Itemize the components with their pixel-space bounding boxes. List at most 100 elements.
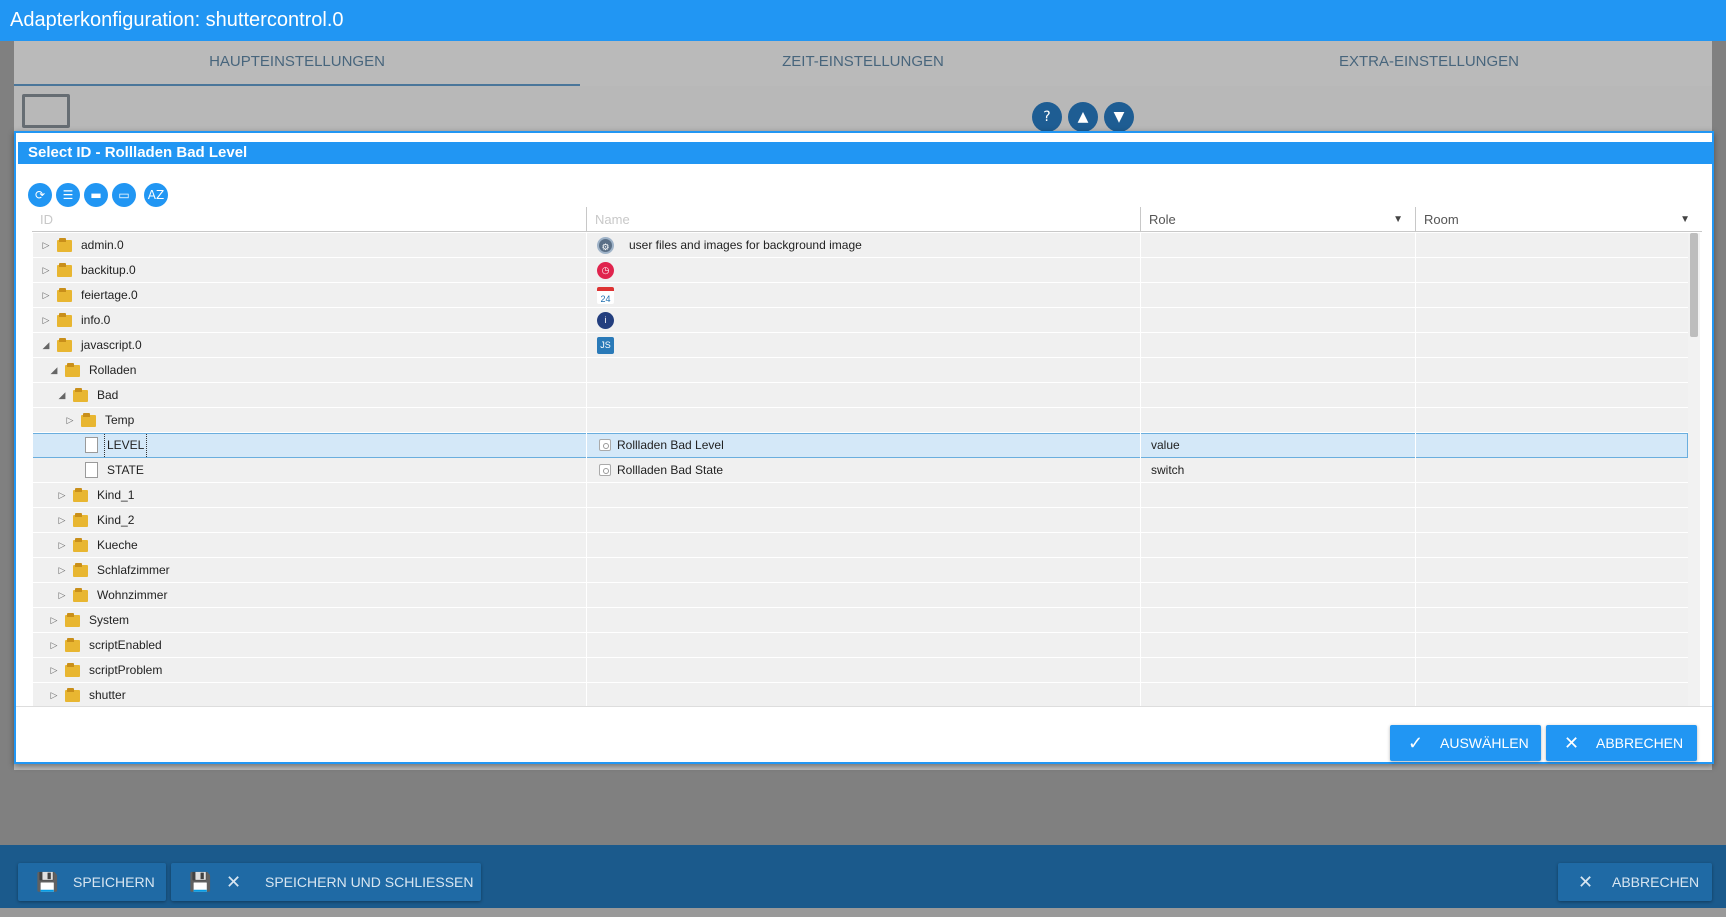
table-row[interactable]: ▷ info.0 i (32, 308, 1688, 333)
folder-icon (57, 313, 72, 327)
table-row[interactable]: ◢ Bad (32, 383, 1688, 408)
dialog-title: Select ID - Rollladen Bad Level (18, 142, 1712, 164)
tab-extra-einstellungen[interactable]: EXTRA-EINSTELLUNGEN (1146, 41, 1712, 86)
id-filter-input[interactable]: ID (32, 207, 586, 232)
table-row[interactable]: ▷ scriptEnabled (32, 633, 1688, 658)
folder-icon[interactable]: ▬ (84, 183, 108, 207)
folder-icon (57, 263, 72, 277)
expand-icon[interactable]: ▷ (65, 408, 75, 433)
save-and-close-button[interactable]: 💾 ✕ SPEICHERN UND SCHLIESSEN (171, 863, 481, 901)
name-filter-input[interactable]: Name (586, 207, 1140, 232)
table-row[interactable]: ▷ Temp (32, 408, 1688, 433)
refresh-icon[interactable]: ⟳ (28, 183, 52, 207)
admin-icon: ⚙ (597, 237, 614, 254)
table-row[interactable]: ▷ admin.0 ⚙ user files and images for back… (32, 233, 1688, 258)
folder-icon (65, 638, 80, 652)
collapse-icon[interactable]: ◢ (57, 383, 67, 408)
select-id-dialog: Select ID - Rollladen Bad Level ⟳ ☰ ▬ ▭ … (14, 131, 1714, 764)
folder-icon (57, 288, 72, 302)
table-row[interactable]: ▷ scriptProblem (32, 658, 1688, 683)
table-row[interactable]: ▷ Kind_1 (32, 483, 1688, 508)
table-row[interactable]: ▷ backitup.0 ◷ (32, 258, 1688, 283)
dropdown-arrow-icon: ▼ (1680, 214, 1690, 225)
state-icon (599, 439, 611, 451)
table-row[interactable]: ▷ shutter (32, 683, 1688, 707)
list-icon[interactable]: ☰ (56, 183, 80, 207)
backitup-icon: ◷ (597, 262, 614, 279)
folder-icon (65, 363, 80, 377)
download-icon[interactable]: ▼ (1104, 102, 1134, 132)
room-filter-select[interactable]: Room ▼ (1415, 207, 1702, 232)
tab-bar: HAUPTEINSTELLUNGEN ZEIT-EINSTELLUNGEN EX… (14, 41, 1712, 86)
expand-icon[interactable]: ▷ (41, 258, 51, 283)
scrollbar-thumb[interactable] (1690, 233, 1698, 337)
expand-icon[interactable]: ▷ (49, 633, 59, 658)
expand-icon[interactable]: ▷ (41, 283, 51, 308)
folder-icon (73, 588, 88, 602)
collapse-icon[interactable]: ◢ (49, 358, 59, 383)
table-row[interactable]: ▷ Kueche (32, 533, 1688, 558)
table-row[interactable]: ▷ Wohnzimmer (32, 583, 1688, 608)
footer-cancel-button[interactable]: ✕ ABBRECHEN (1558, 863, 1712, 901)
folder-icon (73, 538, 88, 552)
dialog-footer: ✓ AUSWÄHLEN ✕ ABBRECHEN (16, 706, 1712, 762)
info-icon: i (597, 312, 614, 329)
sort-az-icon[interactable]: AZ (144, 183, 168, 207)
check-icon: ✓ (1408, 733, 1424, 753)
table-row[interactable]: STATE Rollladen Bad State switch (32, 458, 1688, 483)
file-icon (85, 462, 98, 478)
object-tree-table: ID Name Role ▼ Room ▼ ▷ admin.0 ⚙ user files… (32, 207, 1702, 707)
select-button[interactable]: ✓ AUSWÄHLEN (1390, 725, 1541, 761)
close-icon: ✕ (1578, 872, 1594, 892)
shutter-logo-icon (22, 94, 70, 128)
close-icon: ✕ (1564, 733, 1580, 753)
expand-icon[interactable]: ▷ (57, 508, 67, 533)
table-row[interactable]: ▷ Kind_2 (32, 508, 1688, 533)
folder-icon (57, 338, 72, 352)
expand-icon[interactable]: ▷ (41, 308, 51, 333)
folder-icon (73, 513, 88, 527)
bottom-strip (0, 908, 1726, 917)
table-row[interactable]: ▷ feiertage.0 24 (32, 283, 1688, 308)
expand-icon[interactable]: ▷ (57, 483, 67, 508)
table-row[interactable]: ▷ System (32, 608, 1688, 633)
expand-icon[interactable]: ▷ (57, 558, 67, 583)
folder-icon (73, 563, 88, 577)
help-icon[interactable]: ? (1032, 102, 1062, 132)
close-icon: ✕ (226, 872, 242, 892)
expand-icon[interactable]: ▷ (57, 583, 67, 608)
expand-icon[interactable]: ▷ (41, 233, 51, 258)
folder-icon (73, 388, 88, 402)
expand-icon[interactable]: ▷ (49, 658, 59, 683)
expand-icon[interactable]: ▷ (49, 608, 59, 633)
floppy-icon: 💾 (189, 872, 212, 892)
upload-icon[interactable]: ▲ (1068, 102, 1098, 132)
app: Adapterkonfiguration: shuttercontrol.0 H… (0, 0, 1726, 917)
state-icon (599, 464, 611, 476)
floppy-icon: 💾 (36, 872, 59, 892)
table-row[interactable]: ◢ javascript.0 JS (32, 333, 1688, 358)
role-filter-select[interactable]: Role ▼ (1140, 207, 1415, 232)
folder-icon (73, 488, 88, 502)
folder-icon (81, 413, 96, 427)
vertical-scrollbar[interactable] (1688, 233, 1700, 707)
javascript-icon: JS (597, 337, 614, 354)
tab-haupteinstellungen[interactable]: HAUPTEINSTELLUNGEN (14, 41, 580, 86)
folder-icon (65, 663, 80, 677)
dialog-cancel-button[interactable]: ✕ ABBRECHEN (1546, 725, 1697, 761)
collapse-icon[interactable]: ◢ (41, 333, 51, 358)
folder-open-icon[interactable]: ▭ (112, 183, 136, 207)
table-row[interactable]: ◢ Rolladen (32, 358, 1688, 383)
window-title: Adapterkonfiguration: shuttercontrol.0 (0, 0, 1726, 41)
table-row-selected[interactable]: LEVEL Rollladen Bad Level value (32, 433, 1688, 458)
table-row[interactable]: ▷ Schlafzimmer (32, 558, 1688, 583)
save-button[interactable]: 💾 SPEICHERN (18, 863, 166, 901)
file-icon (85, 437, 98, 453)
calendar-icon: 24 (597, 287, 614, 304)
dropdown-arrow-icon: ▼ (1393, 214, 1403, 225)
expand-icon[interactable]: ▷ (57, 533, 67, 558)
table-header: ID Name Role ▼ Room ▼ (32, 207, 1702, 232)
folder-icon (65, 613, 80, 627)
tab-zeit-einstellungen[interactable]: ZEIT-EINSTELLUNGEN (580, 41, 1146, 86)
expand-icon[interactable]: ▷ (49, 683, 59, 707)
